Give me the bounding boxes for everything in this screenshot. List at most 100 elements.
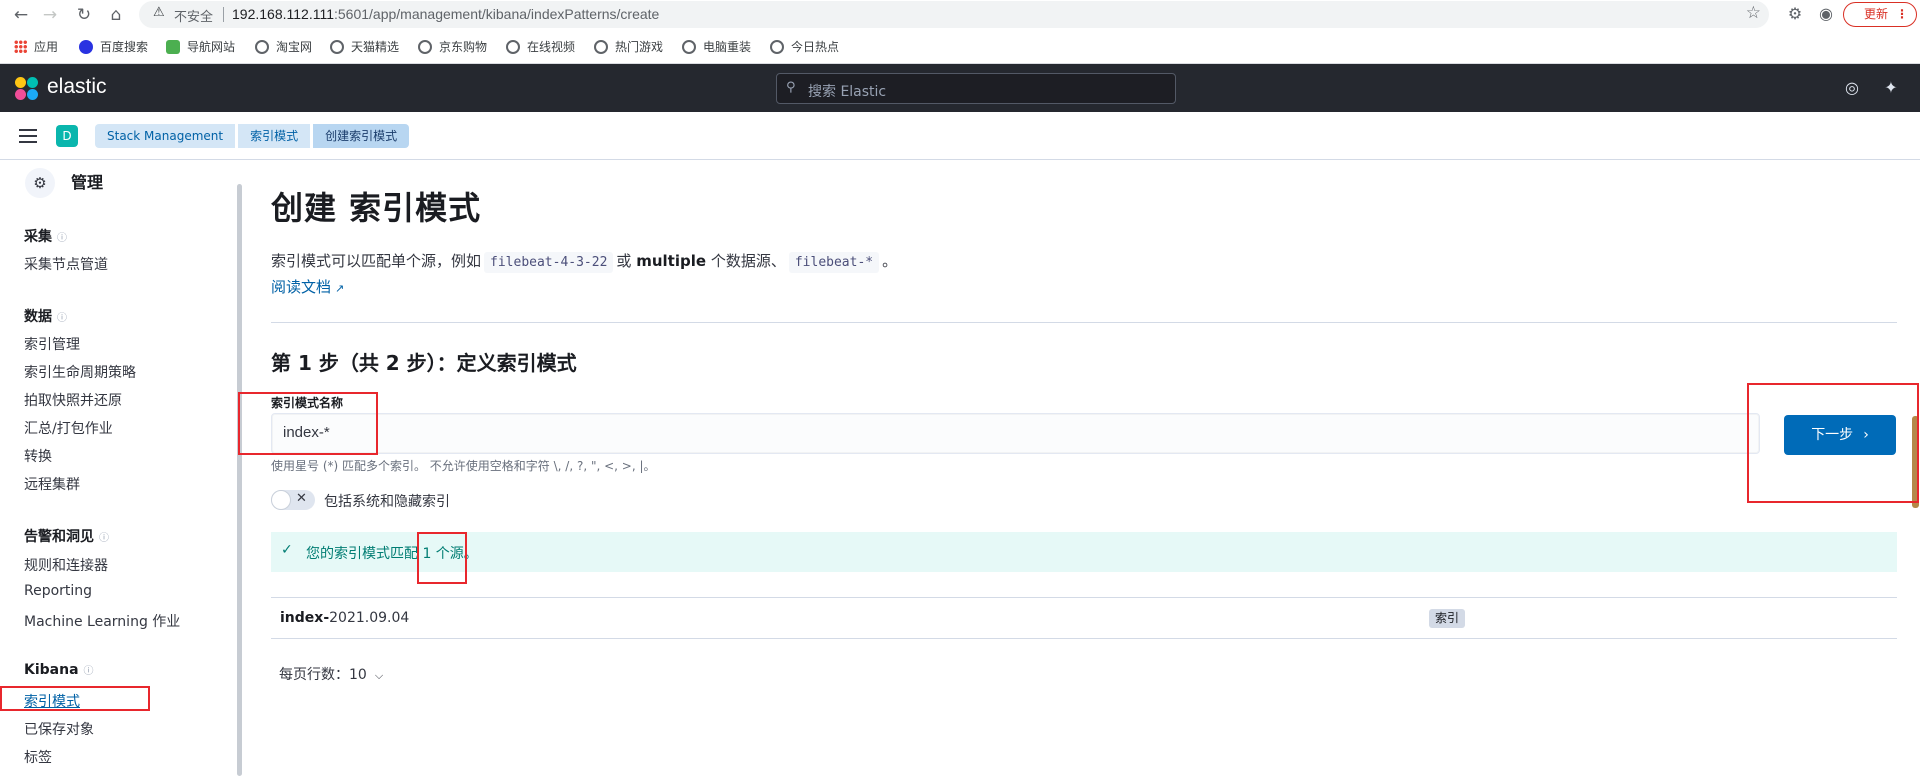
- sidebar-item-rollup[interactable]: 汇总/打包作业: [24, 418, 113, 438]
- bookmark-label: 天猫精选: [351, 40, 400, 54]
- update-button[interactable]: 更新 ⋮: [1843, 2, 1917, 27]
- address-bar[interactable]: ⚠ 不安全 192.168.112.111:5601/app/managemen…: [139, 1, 1769, 28]
- divider: [223, 7, 224, 22]
- bookmark-label: 百度搜索: [100, 40, 149, 54]
- sidebar-item-ilm[interactable]: 索引生命周期策略: [24, 362, 136, 382]
- elastic-logo-icon[interactable]: [14, 76, 40, 102]
- url-path: :5601/app/management/kibana/indexPattern…: [334, 6, 660, 22]
- brand-name[interactable]: elastic: [47, 75, 107, 99]
- news-feed-icon[interactable]: ✦: [1880, 77, 1902, 99]
- example-code-wildcard: filebeat-*: [788, 252, 880, 273]
- sidebar-group-kibana: Kibana ⓘ: [24, 662, 94, 678]
- help-icon[interactable]: ◎: [1841, 77, 1863, 99]
- back-icon[interactable]: ←: [9, 3, 33, 27]
- toggle-knob: [271, 490, 291, 510]
- bookmarks-bar: 应用 百度搜索 导航网站 淘宝网 天猫精选 京东购物 在线视频 热门游戏 电脑重…: [0, 30, 1920, 64]
- bookmark-hao[interactable]: 导航网站: [166, 38, 235, 55]
- bookmark-label: 导航网站: [187, 40, 236, 54]
- url-text[interactable]: 192.168.112.111:5601/app/management/kiba…: [232, 6, 659, 22]
- bookmark-jd[interactable]: 京东购物: [418, 38, 487, 55]
- forward-icon[interactable]: →: [38, 3, 62, 27]
- sidebar-item-rules[interactable]: 规则和连接器: [24, 555, 108, 575]
- page-title: 创建 索引模式: [271, 189, 482, 227]
- breadcrumb-stack-management[interactable]: Stack Management: [95, 124, 236, 148]
- sidebar-item-ingest-pipelines[interactable]: 采集节点管道: [24, 254, 108, 274]
- bookmark-label: 今日热点: [791, 40, 840, 54]
- globe-icon: [770, 40, 784, 54]
- browser-toolbar: ← → ↻ ⌂ ⚠ 不安全 192.168.112.111:5601/app/m…: [0, 0, 1920, 30]
- index-type-badge: 索引: [1429, 609, 1466, 628]
- rows-per-page-label: 每页行数：10: [279, 667, 367, 683]
- globe-icon: [506, 40, 520, 54]
- apps-grid-icon: [14, 40, 27, 53]
- globe-icon: [418, 40, 432, 54]
- sidebar-item-snapshot[interactable]: 拍取快照并还原: [24, 390, 122, 410]
- globe-icon: [594, 40, 608, 54]
- sidebar-title: 管理: [71, 173, 104, 192]
- global-search-input[interactable]: ⚲ 搜索 Elastic: [776, 73, 1176, 104]
- chevron-down-icon: ⌵: [374, 669, 384, 682]
- extensions-icon[interactable]: ⚙: [1784, 4, 1806, 23]
- read-docs-link[interactable]: 阅读文档 ↗: [271, 276, 344, 297]
- breadcrumb: Stack Management 索引模式 创建索引模式: [95, 124, 412, 148]
- bookmark-news[interactable]: 今日热点: [770, 38, 839, 55]
- space-avatar[interactable]: D: [56, 125, 78, 147]
- include-hidden-toggle[interactable]: ✕: [271, 490, 315, 510]
- sidebar-item-ml-jobs[interactable]: Machine Learning 作业: [24, 611, 180, 631]
- sidebar-item-reporting[interactable]: Reporting: [24, 583, 92, 599]
- bookmark-games[interactable]: 热门游戏: [594, 38, 663, 55]
- sidebar-item-remote-clusters[interactable]: 远程集群: [24, 474, 80, 494]
- bookmark-video[interactable]: 在线视频: [506, 38, 575, 55]
- sidebar-item-transforms[interactable]: 转换: [24, 446, 52, 466]
- sidebar-scrollbar[interactable]: [237, 184, 242, 776]
- index-pattern-input[interactable]: index-*: [271, 413, 1760, 454]
- search-placeholder: 搜索 Elastic: [808, 84, 887, 100]
- table-row: index-2021.09.04: [280, 610, 410, 626]
- reload-icon[interactable]: ↻: [72, 3, 96, 27]
- breadcrumb-index-patterns[interactable]: 索引模式: [238, 124, 311, 148]
- bookmark-label: 在线视频: [527, 40, 576, 54]
- sidebar-item-index-management[interactable]: 索引管理: [24, 334, 80, 354]
- management-sidebar: ⚙ 管理 采集 ⓘ 采集节点管道 数据 ⓘ 索引管理 索引生命周期策略 拍取快照并还…: [0, 160, 245, 776]
- breadcrumb-bar: D Stack Management 索引模式 创建索引模式: [0, 112, 1920, 160]
- sidebar-group-data: 数据 ⓘ: [24, 309, 67, 325]
- home-icon[interactable]: ⌂: [104, 3, 128, 27]
- annotation-box-next-button: [1747, 383, 1919, 503]
- insecure-label: 不安全: [174, 10, 214, 25]
- info-icon: ⓘ: [57, 233, 67, 244]
- rows-per-page-select[interactable]: 每页行数：10 ⌵: [279, 664, 383, 684]
- more-icon: ⋮: [1896, 7, 1908, 21]
- bookmark-label: 热门游戏: [615, 40, 664, 54]
- bookmark-label: 淘宝网: [276, 40, 313, 54]
- bookmark-apps[interactable]: 应用: [14, 38, 58, 55]
- profile-icon[interactable]: ◉: [1815, 4, 1837, 23]
- search-icon: ⚲: [786, 80, 796, 95]
- breadcrumb-create-index-pattern: 创建索引模式: [313, 124, 410, 148]
- hao-icon: [166, 40, 180, 54]
- match-callout: ✓ 您的索引模式匹配 1 个源。: [271, 532, 1897, 572]
- external-link-icon: ↗: [335, 282, 345, 295]
- bookmark-label: 京东购物: [439, 40, 488, 54]
- check-icon: ✓: [281, 542, 293, 558]
- kibana-header: elastic ⚲ 搜索 Elastic ◎ ✦: [0, 64, 1920, 112]
- annotation-box-field-label: [238, 392, 378, 455]
- bookmark-star-icon[interactable]: ☆: [1746, 3, 1761, 23]
- example-code-single: filebeat-4-3-22: [484, 252, 614, 273]
- menu-toggle-icon[interactable]: [19, 129, 37, 143]
- sidebar-item-saved-objects[interactable]: 已保存对象: [24, 719, 94, 739]
- field-help-text: 使用星号 (*) 匹配多个索引。 不允许使用空格和字符 \, /, ?, ", …: [271, 459, 656, 473]
- globe-icon: [682, 40, 696, 54]
- bookmark-label: 电脑重装: [703, 40, 752, 54]
- sidebar-group-ingest: 采集 ⓘ: [24, 229, 67, 245]
- bookmark-baidu[interactable]: 百度搜索: [79, 38, 148, 55]
- update-label: 更新: [1864, 7, 1889, 21]
- bookmark-reinstall[interactable]: 电脑重装: [682, 38, 751, 55]
- include-hidden-label[interactable]: 包括系统和隐藏索引: [324, 491, 450, 511]
- bookmark-tmall[interactable]: 天猫精选: [330, 38, 399, 55]
- bookmark-taobao[interactable]: 淘宝网: [255, 38, 312, 55]
- warning-icon: ⚠: [153, 5, 165, 20]
- bookmark-label: 应用: [34, 40, 59, 54]
- step-title: 第 1 步（共 2 步）：定义索引模式: [271, 351, 577, 375]
- annotation-box-match-count: [417, 532, 467, 584]
- sidebar-item-tags[interactable]: 标签: [24, 747, 52, 767]
